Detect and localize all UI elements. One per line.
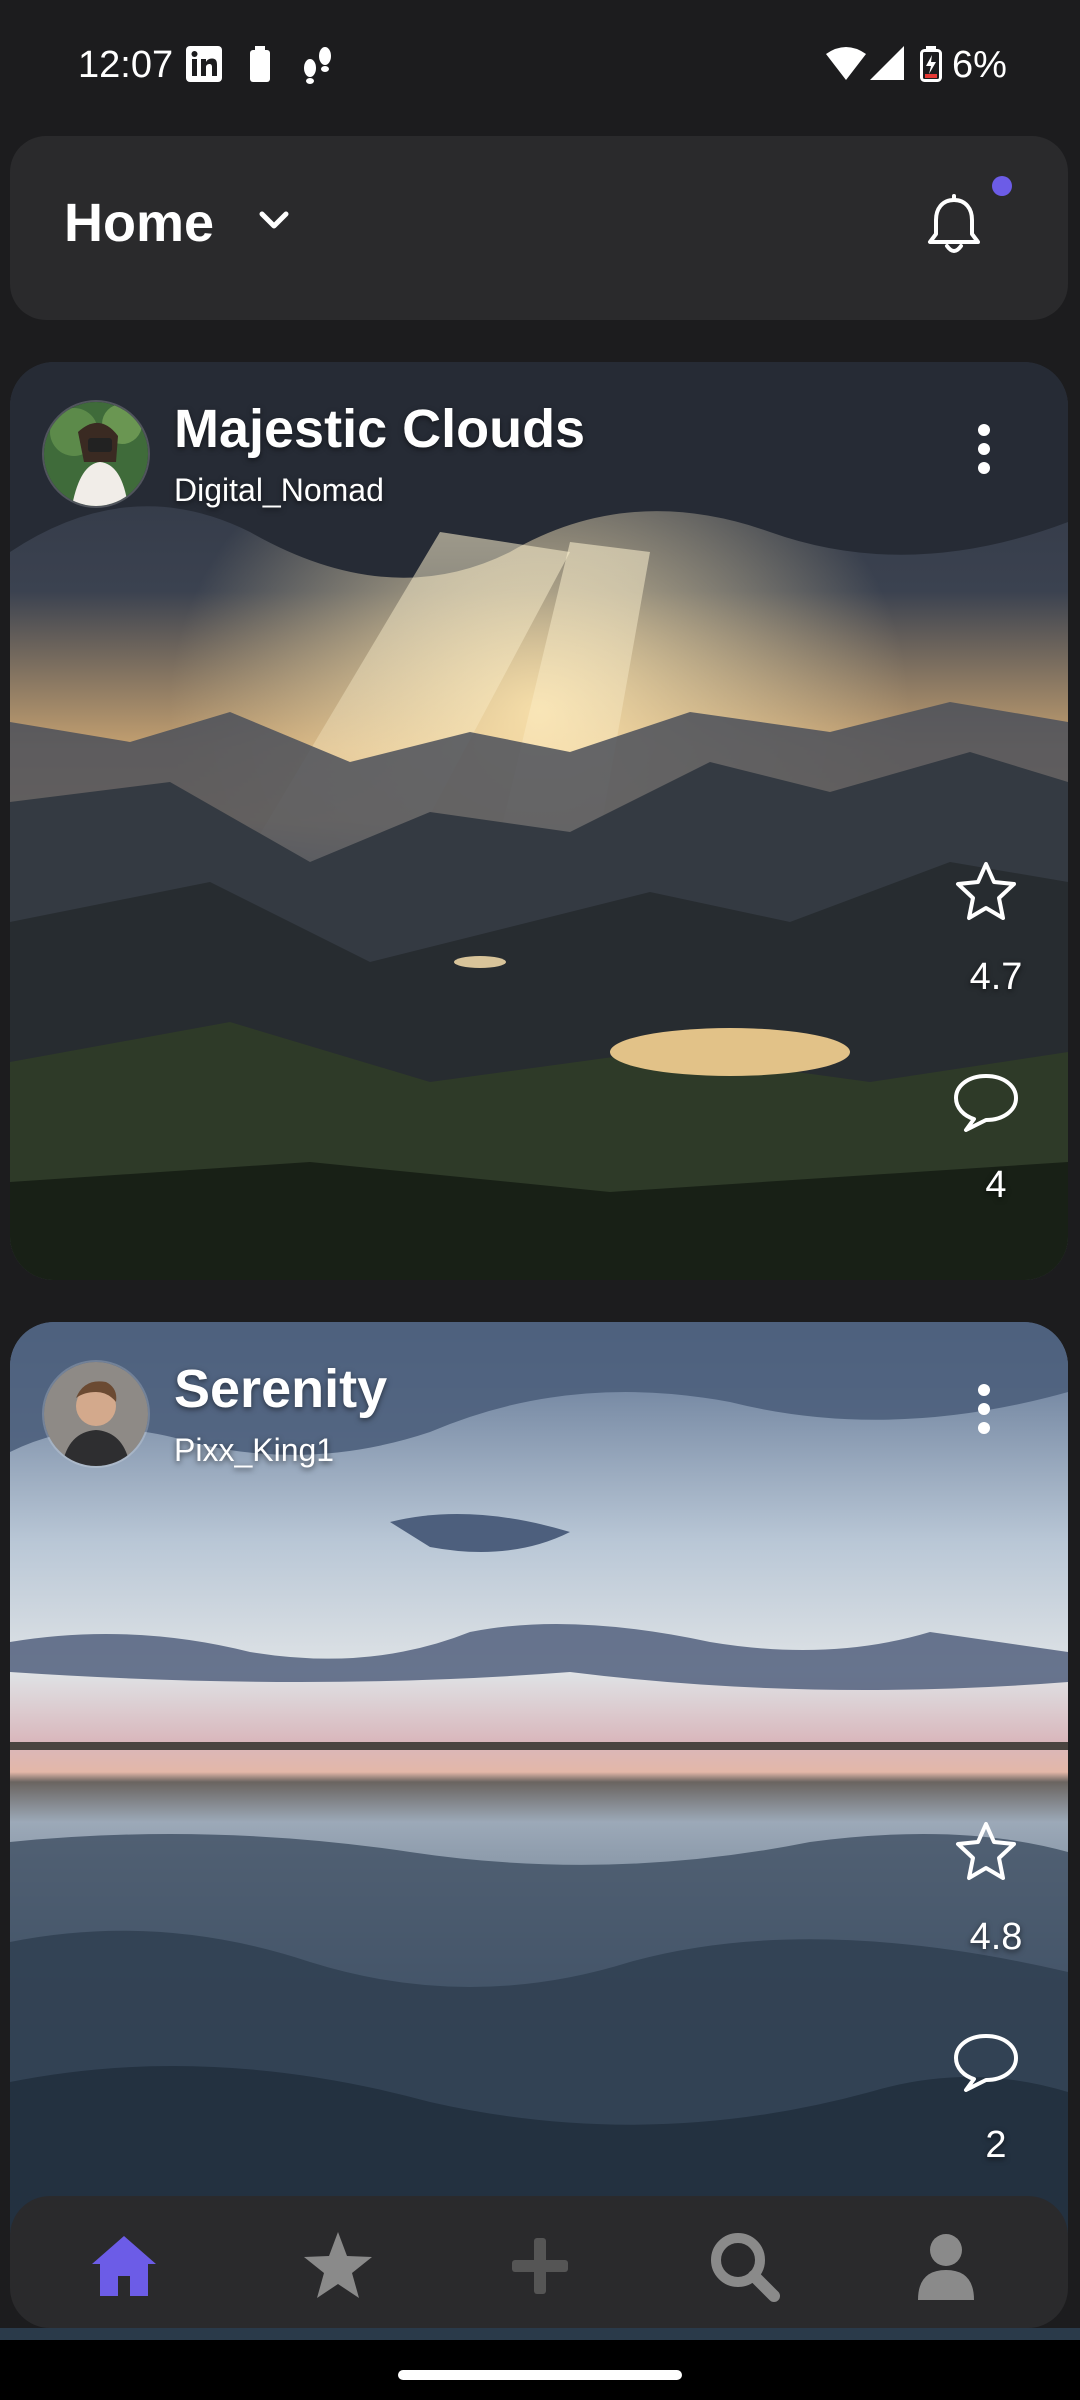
battery-percentage: 6% xyxy=(952,44,1007,86)
page-title[interactable]: Home xyxy=(64,192,214,254)
home-gesture-bar[interactable] xyxy=(398,2370,682,2380)
post-image xyxy=(10,362,1068,1280)
bottom-navigation xyxy=(10,2196,1068,2328)
rating-value: 4.8 xyxy=(969,1916,1023,1958)
chevron-down-icon[interactable] xyxy=(258,210,290,232)
app-header: Home xyxy=(10,136,1068,320)
author-avatar[interactable] xyxy=(42,1360,150,1468)
profile-icon[interactable] xyxy=(906,2226,986,2306)
post-card[interactable]: Majestic Clouds Digital_Nomad 4.7 4 xyxy=(10,362,1068,1280)
notification-dot xyxy=(992,176,1012,196)
comment-count: 2 xyxy=(985,2124,1007,2166)
comment-icon[interactable] xyxy=(952,1072,1020,1132)
rating-value: 4.7 xyxy=(969,956,1023,998)
post-author[interactable]: Pixx_King1 xyxy=(174,1432,334,1469)
notification-bell-icon[interactable] xyxy=(924,194,984,258)
star-outline-icon[interactable] xyxy=(954,860,1018,922)
comment-count: 4 xyxy=(985,1164,1007,1206)
post-author[interactable]: Digital_Nomad xyxy=(174,472,384,509)
content-underlay xyxy=(0,2328,1080,2340)
add-icon[interactable] xyxy=(500,2226,580,2306)
post-card[interactable]: Serenity Pixx_King1 4.8 2 xyxy=(10,1322,1068,2322)
post-title: Majestic Clouds xyxy=(174,399,586,459)
search-icon[interactable] xyxy=(704,2226,784,2306)
more-options-icon[interactable] xyxy=(976,422,992,476)
star-outline-icon[interactable] xyxy=(954,1820,1018,1882)
status-time: 12:07 xyxy=(78,44,174,86)
author-avatar[interactable] xyxy=(42,400,150,508)
more-options-icon[interactable] xyxy=(976,1382,992,1436)
signal-icon xyxy=(870,46,904,80)
home-icon[interactable] xyxy=(84,2226,164,2306)
status-bar: 12:07 6% xyxy=(0,0,1080,135)
steps-icon xyxy=(304,47,331,84)
post-image xyxy=(10,1322,1068,2322)
star-icon[interactable] xyxy=(298,2226,378,2306)
comment-icon[interactable] xyxy=(952,2032,1020,2092)
linkedin-icon xyxy=(186,46,222,82)
battery-icon xyxy=(250,46,270,82)
post-title: Serenity xyxy=(174,1359,388,1419)
battery-charging-icon xyxy=(920,46,942,82)
wifi-icon xyxy=(826,47,866,80)
